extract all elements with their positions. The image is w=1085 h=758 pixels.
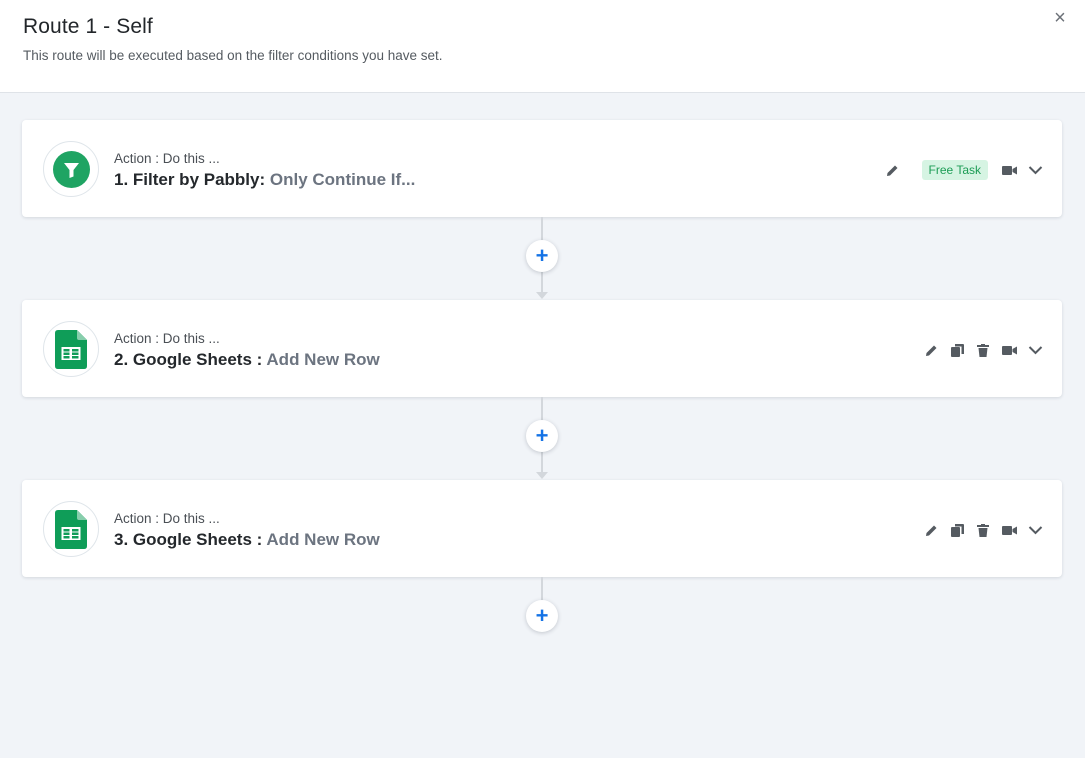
google-sheets-icon bbox=[55, 510, 87, 554]
add-step-button[interactable]: + bbox=[526, 420, 558, 452]
route-title: Route 1 - Self bbox=[23, 15, 153, 38]
step-title[interactable]: 1. Filter by Pabbly: Only Continue If... bbox=[114, 170, 415, 190]
route-subtitle: This route will be executed based on the… bbox=[23, 48, 443, 63]
trash-icon[interactable] bbox=[974, 341, 992, 359]
pencil-icon[interactable] bbox=[884, 161, 902, 179]
app-icon-container bbox=[43, 141, 99, 197]
video-icon[interactable] bbox=[1000, 521, 1018, 539]
step-card-2[interactable]: Action : Do this ... 2. Google Sheets : … bbox=[22, 300, 1062, 397]
pencil-icon[interactable] bbox=[922, 341, 940, 359]
app-icon-container bbox=[43, 321, 99, 377]
pencil-icon[interactable] bbox=[922, 521, 940, 539]
step-actions bbox=[914, 340, 1044, 360]
connector-arrow bbox=[536, 472, 548, 479]
step-actions bbox=[914, 520, 1044, 540]
step-event-name: Only Continue If... bbox=[269, 170, 416, 189]
chevron-down-icon[interactable] bbox=[1026, 161, 1044, 179]
chevron-down-icon[interactable] bbox=[1026, 341, 1044, 359]
step-event-name: Add New Row bbox=[266, 350, 380, 369]
chevron-down-icon[interactable] bbox=[1026, 521, 1044, 539]
filter-icon bbox=[53, 151, 90, 188]
step-app-name: 1. Filter by Pabbly: bbox=[114, 170, 266, 189]
close-icon[interactable]: × bbox=[1051, 8, 1069, 28]
step-actions: Free Task bbox=[876, 160, 1044, 180]
app-icon-container bbox=[43, 501, 99, 557]
step-card-1[interactable]: Action : Do this ... 1. Filter by Pabbly… bbox=[22, 120, 1062, 217]
step-card-3[interactable]: Action : Do this ... 3. Google Sheets : … bbox=[22, 480, 1062, 577]
video-icon[interactable] bbox=[1000, 161, 1018, 179]
step-subtitle: Action : Do this ... bbox=[114, 151, 220, 166]
step-app-name: 3. Google Sheets : bbox=[114, 530, 263, 549]
trash-icon[interactable] bbox=[974, 521, 992, 539]
modal-header: Route 1 - Self This route will be execut… bbox=[0, 0, 1085, 93]
step-event-name: Add New Row bbox=[266, 530, 380, 549]
connector-arrow bbox=[536, 292, 548, 299]
step-subtitle: Action : Do this ... bbox=[114, 331, 220, 346]
video-icon[interactable] bbox=[1000, 341, 1018, 359]
copy-icon[interactable] bbox=[948, 521, 966, 539]
step-title[interactable]: 2. Google Sheets : Add New Row bbox=[114, 350, 380, 370]
add-step-button[interactable]: + bbox=[526, 240, 558, 272]
step-title[interactable]: 3. Google Sheets : Add New Row bbox=[114, 530, 380, 550]
google-sheets-icon bbox=[55, 330, 87, 374]
step-subtitle: Action : Do this ... bbox=[114, 511, 220, 526]
add-step-button[interactable]: + bbox=[526, 600, 558, 632]
step-app-name: 2. Google Sheets : bbox=[114, 350, 263, 369]
free-task-badge: Free Task bbox=[921, 160, 988, 180]
copy-icon[interactable] bbox=[948, 341, 966, 359]
